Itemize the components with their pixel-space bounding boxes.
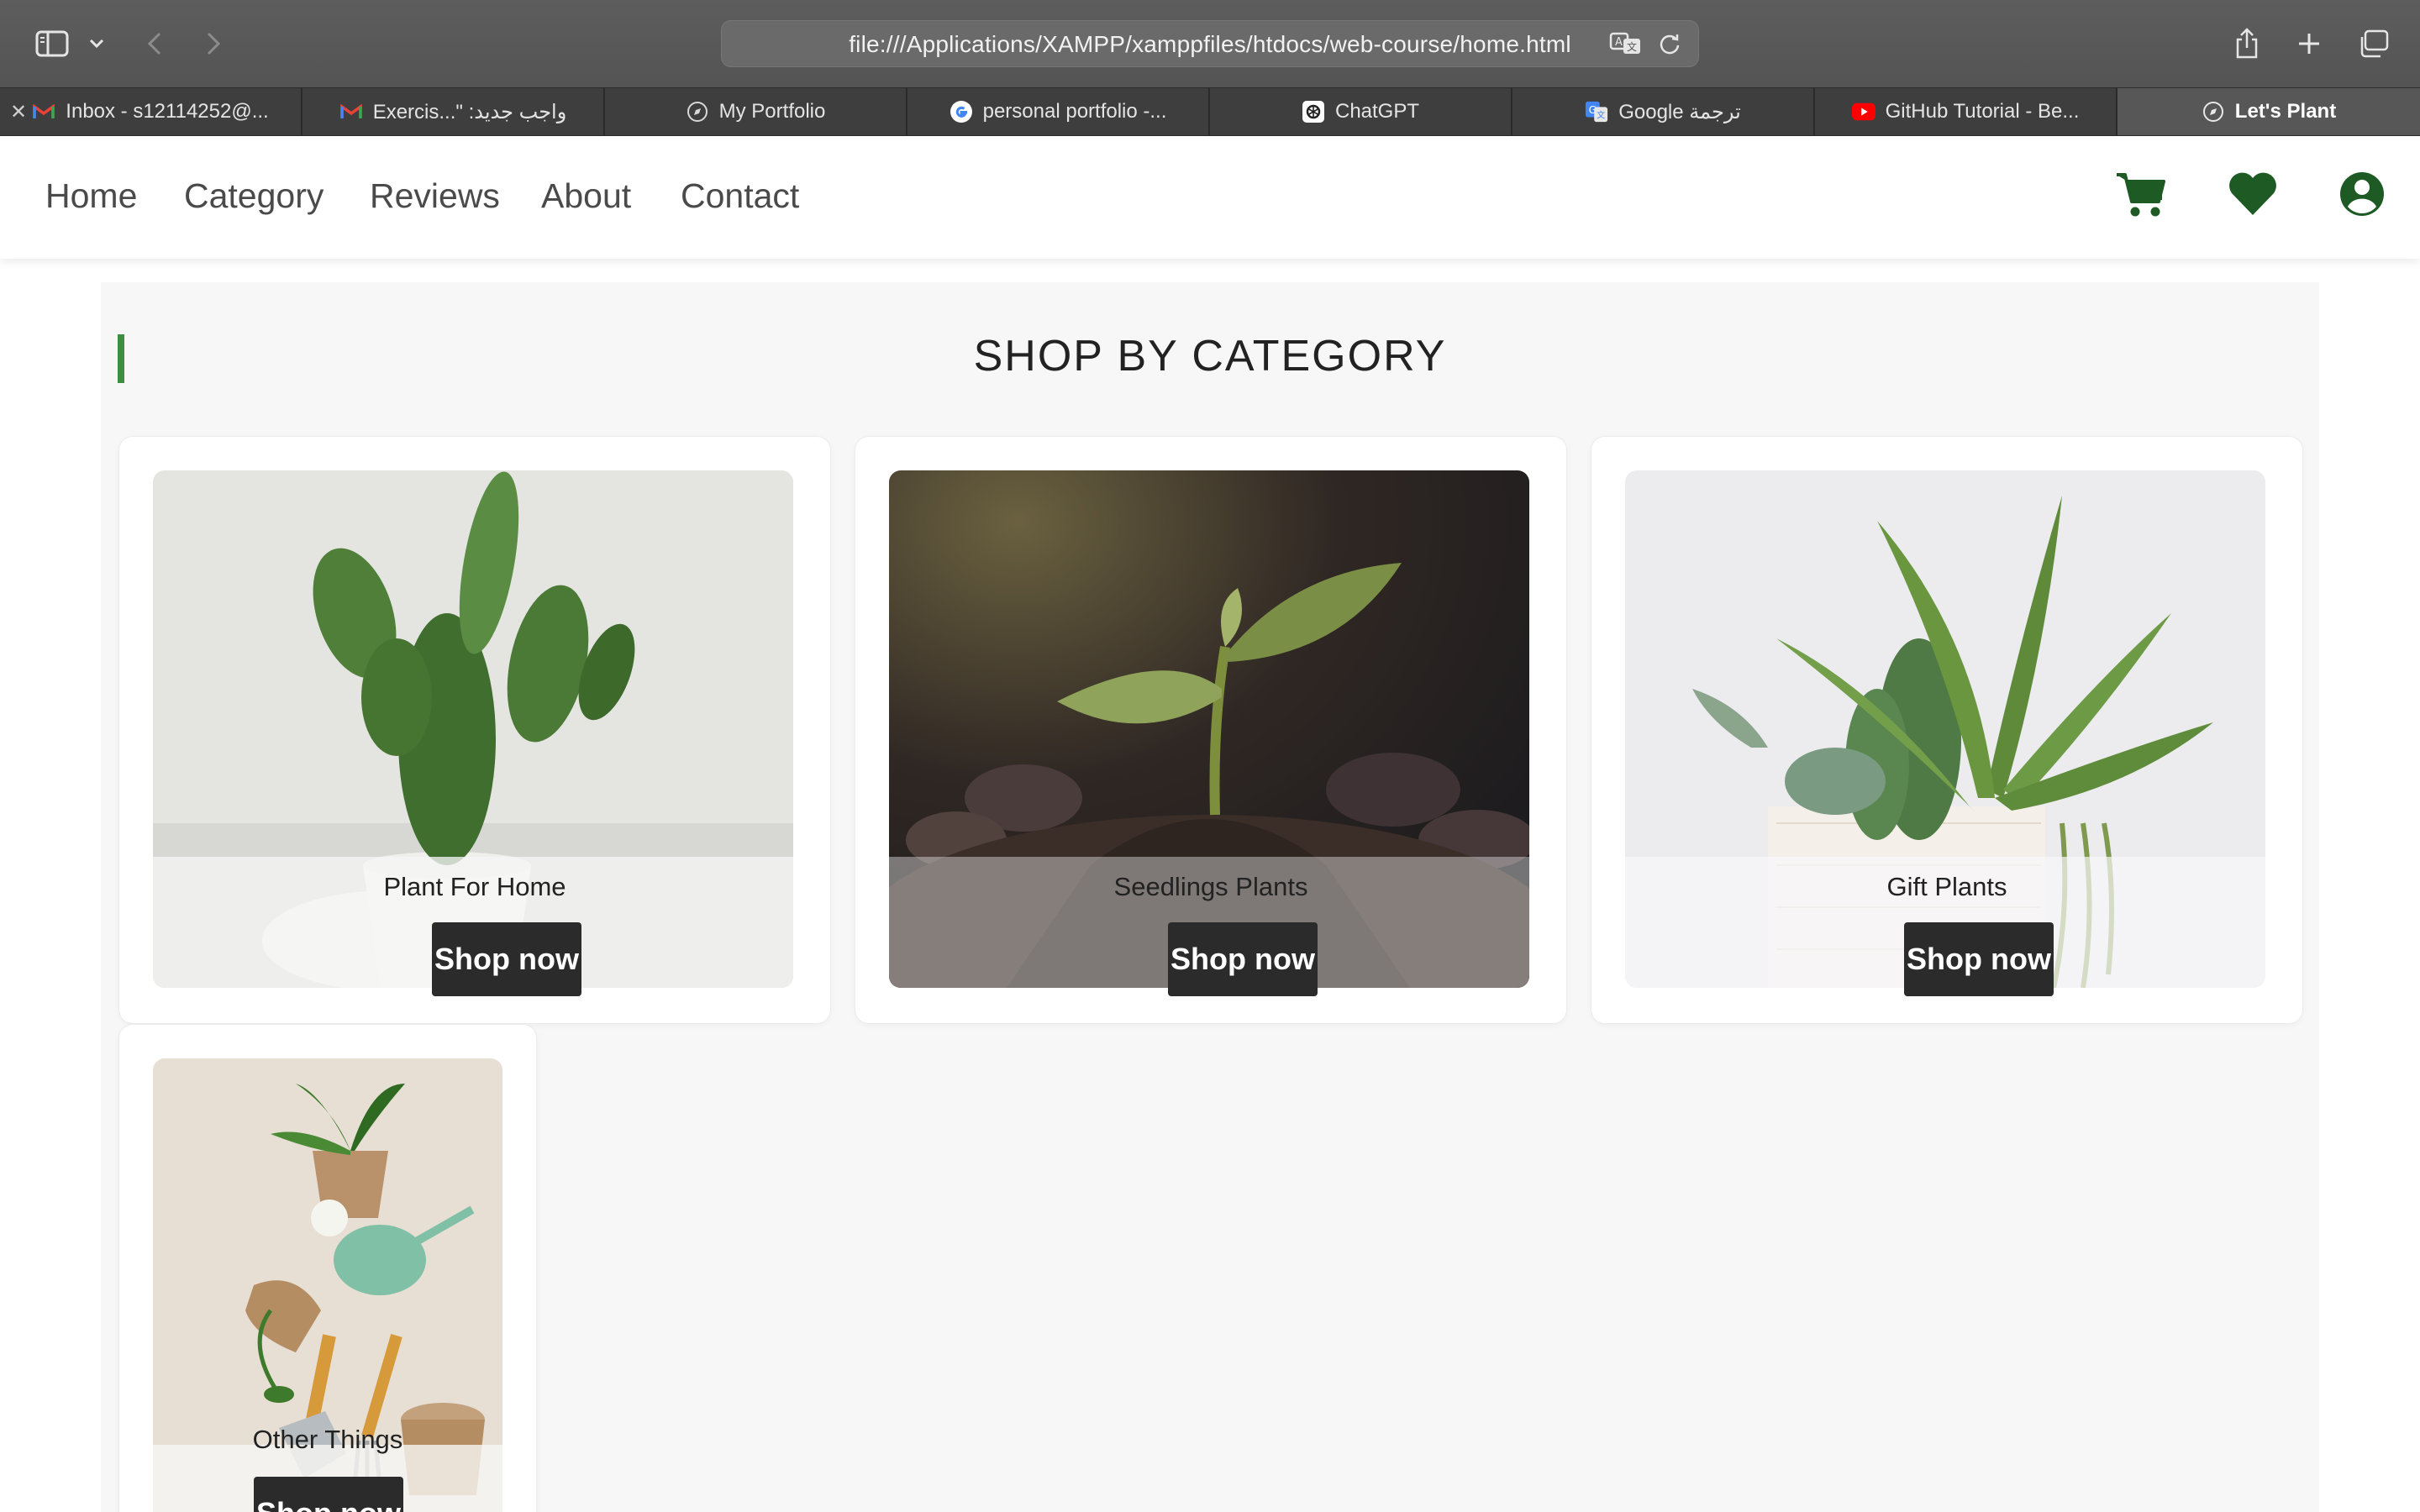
compass-icon [2202,100,2225,123]
tab-overview-icon[interactable] [2354,24,2391,64]
cart-icon[interactable] [2113,166,2169,222]
tab-chatgpt[interactable]: ChatGPT [1210,88,1512,135]
tab-label: My Portfolio [718,100,826,123]
gmail-icon [32,100,55,123]
compass-icon [686,100,709,123]
share-icon[interactable] [2230,24,2264,64]
new-tab-icon[interactable] [2292,24,2326,64]
tab-my-portfolio[interactable]: My Portfolio [605,88,908,135]
shop-now-button[interactable]: Shop now [1168,922,1318,996]
tab-lets-plant[interactable]: Let's Plant [2118,88,2420,135]
youtube-icon [1851,100,1876,123]
section-title: SHOP BY CATEGORY [973,332,1447,381]
shop-now-button[interactable]: Shop now [432,922,581,996]
tab-label: Let's Plant [2234,100,2337,123]
category-card-gift-plants: Gift Plants Shop now [1591,437,2302,1023]
tab-label: GitHub Tutorial - Be... [1885,100,2080,123]
tab-personal-portfolio[interactable]: personal portfolio -... [908,88,1210,135]
shop-now-button[interactable]: Shop now [254,1477,403,1512]
heart-icon[interactable] [2225,166,2281,222]
gmail-icon [339,100,363,123]
back-icon[interactable] [139,24,170,64]
tab-bar: ✕ Inbox - s12114252@... Exercis..." :واج… [0,87,2420,136]
shop-by-category-section: SHOP BY CATEGORY Plant For Home Shop now [101,282,2319,1512]
address-bar[interactable]: file:///Applications/XAMPP/xamppfiles/ht… [721,20,1699,67]
cactus-photo [153,470,793,988]
browser-toolbar: file:///Applications/XAMPP/xamppfiles/ht… [0,0,2420,87]
reload-icon[interactable] [1658,32,1681,60]
translate-icon[interactable]: A文 [1609,31,1643,60]
svg-text:文: 文 [1597,109,1605,120]
nav-category[interactable]: Category [184,176,324,216]
category-label: Other Things [252,1425,403,1454]
category-label: Seedlings Plants [1113,872,1308,901]
nav-about[interactable]: About [541,176,631,216]
tab-label: Exercis..." :واجب جديد [372,100,567,123]
nav-home[interactable]: Home [45,176,137,216]
tab-exercise[interactable]: Exercis..." :واجب جديد [302,88,605,135]
shop-now-button[interactable]: Shop now [1904,922,2054,996]
category-card-seedlings-plants: Seedlings Plants Shop now [855,437,1566,1023]
tab-label: Inbox - s12114252@... [66,100,269,123]
tab-label: Google ترجمة [1618,100,1741,123]
nav-reviews[interactable]: Reviews [370,176,500,216]
google-icon [950,100,973,123]
category-label: Gift Plants [1886,872,2007,901]
tab-github-tutorial[interactable]: GitHub Tutorial - Be... [1815,88,2118,135]
close-icon[interactable]: ✕ [10,100,27,124]
svg-text:文: 文 [1627,40,1637,53]
tab-label: personal portfolio -... [982,100,1167,123]
forward-icon[interactable] [198,24,229,64]
tab-google-translate[interactable]: G文 Google ترجمة [1512,88,1815,135]
category-card-other-things: Other Things Shop now [119,1025,536,1512]
svg-text:A: A [1615,36,1623,49]
url-text: file:///Applications/XAMPP/xamppfiles/ht… [849,31,1571,57]
tab-label: ChatGPT [1334,100,1420,123]
category-label: Plant For Home [383,872,566,901]
seedling-photo [889,470,1529,988]
succulents-photo [1625,470,2265,988]
google-translate-icon: G文 [1585,100,1608,123]
tab-inbox[interactable]: ✕ Inbox - s12114252@... [0,88,302,135]
user-circle-icon[interactable] [2334,166,2390,222]
sidebar-toggle-icon[interactable] [32,24,72,64]
nav-contact[interactable]: Contact [681,176,799,216]
site-header: Home Category Reviews About Contact [0,136,2420,259]
category-card-plant-for-home: Plant For Home Shop now [119,437,830,1023]
chevron-down-icon[interactable] [84,24,109,64]
chatgpt-icon [1302,100,1325,123]
